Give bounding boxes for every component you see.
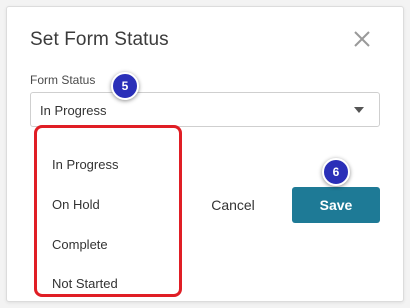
option-not-started[interactable]: Not Started bbox=[52, 276, 118, 291]
form-status-select[interactable]: In Progress bbox=[30, 92, 380, 127]
dialog-title: Set Form Status bbox=[30, 29, 169, 50]
selected-status-value: In Progress bbox=[40, 103, 107, 118]
cancel-button[interactable]: Cancel bbox=[199, 193, 267, 217]
close-icon[interactable] bbox=[352, 29, 372, 49]
set-form-status-dialog: Set Form Status Form Status In Progress … bbox=[6, 6, 404, 302]
step-5-badge: 5 bbox=[111, 72, 139, 100]
option-complete[interactable]: Complete bbox=[52, 237, 108, 252]
step-6-badge: 6 bbox=[322, 158, 350, 186]
option-on-hold[interactable]: On Hold bbox=[52, 197, 100, 212]
option-in-progress[interactable]: In Progress bbox=[52, 157, 118, 172]
save-button[interactable]: Save bbox=[292, 187, 380, 223]
chevron-down-icon bbox=[354, 107, 364, 113]
form-status-label: Form Status bbox=[30, 73, 96, 87]
status-options-dropdown: In Progress On Hold Complete Not Started bbox=[34, 125, 182, 297]
